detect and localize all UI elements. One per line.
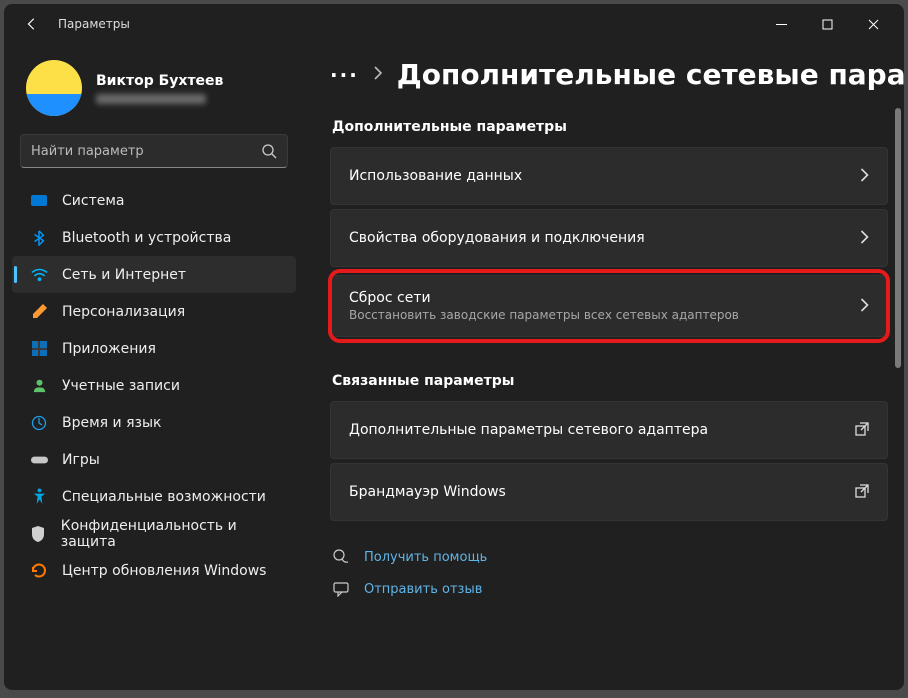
sidebar-item-accessibility[interactable]: Специальные возможности [12, 478, 296, 515]
sidebar: Виктор Бухтеев Система [4, 44, 304, 690]
card-title: Использование данных [349, 168, 848, 184]
sidebar-item-label: Приложения [62, 341, 156, 357]
chevron-right-icon [860, 229, 869, 248]
close-button[interactable] [850, 6, 896, 42]
sidebar-item-label: Игры [62, 452, 100, 468]
profile-name: Виктор Бухтеев [96, 72, 223, 90]
breadcrumb: ··· Дополнительные сетевые параметр [330, 58, 888, 91]
chevron-right-icon [860, 167, 869, 186]
gamepad-icon [30, 451, 48, 469]
feedback-icon [332, 581, 350, 597]
scrollbar[interactable] [895, 108, 901, 682]
card-title: Брандмауэр Windows [349, 484, 843, 500]
window-title: Параметры [58, 17, 130, 31]
content-pane: ··· Дополнительные сетевые параметр Допо… [304, 44, 904, 690]
sidebar-item-label: Bluetooth и устройства [62, 230, 231, 246]
search-input[interactable] [31, 144, 261, 159]
card-hardware-properties[interactable]: Свойства оборудования и подключения [330, 209, 888, 267]
card-adapter-options[interactable]: Дополнительные параметры сетевого адапте… [330, 401, 888, 459]
sidebar-item-label: Центр обновления Windows [62, 563, 266, 579]
titlebar: Параметры [4, 4, 904, 44]
external-link-icon [855, 421, 869, 440]
back-button[interactable] [16, 8, 48, 40]
section-header-related: Связанные параметры [332, 373, 888, 389]
card-title: Сброс сети [349, 290, 848, 306]
sidebar-item-label: Учетные записи [62, 378, 180, 394]
chevron-right-icon [373, 65, 383, 84]
search-icon [261, 143, 277, 159]
person-icon [30, 377, 48, 395]
update-icon [30, 562, 48, 580]
help-icon [332, 549, 350, 565]
card-title: Дополнительные параметры сетевого адапте… [349, 422, 843, 438]
minimize-button[interactable] [758, 6, 804, 42]
brush-icon [30, 303, 48, 321]
profile-block[interactable]: Виктор Бухтеев [12, 50, 296, 134]
profile-email-redacted [96, 94, 206, 104]
monitor-icon [30, 192, 48, 210]
section-header-advanced: Дополнительные параметры [332, 119, 888, 135]
nav-list: Система Bluetooth и устройства Сеть и Ин… [12, 182, 296, 589]
link-label: Получить помощь [364, 550, 487, 565]
card-title: Свойства оборудования и подключения [349, 230, 848, 246]
card-firewall[interactable]: Брандмауэр Windows [330, 463, 888, 521]
sidebar-item-label: Система [62, 193, 124, 209]
highlighted-frame: Сброс сети Восстановить заводские параме… [330, 271, 888, 341]
arrow-left-icon [25, 17, 39, 31]
link-send-feedback[interactable]: Отправить отзыв [332, 581, 888, 597]
accessibility-icon [30, 488, 48, 506]
globe-clock-icon [30, 414, 48, 432]
close-icon [868, 19, 879, 30]
minimize-icon [776, 19, 787, 30]
sidebar-item-gaming[interactable]: Игры [12, 441, 296, 478]
maximize-icon [822, 19, 833, 30]
page-title: Дополнительные сетевые параметр [397, 58, 904, 91]
sidebar-item-network[interactable]: Сеть и Интернет [12, 256, 296, 293]
sidebar-item-system[interactable]: Система [12, 182, 296, 219]
sidebar-item-label: Персонализация [62, 304, 185, 320]
breadcrumb-overflow[interactable]: ··· [330, 63, 359, 87]
scrollbar-thumb[interactable] [895, 108, 901, 368]
maximize-button[interactable] [804, 6, 850, 42]
apps-icon [30, 340, 48, 358]
sidebar-item-label: Сеть и Интернет [62, 267, 186, 283]
card-data-usage[interactable]: Использование данных [330, 147, 888, 205]
link-label: Отправить отзыв [364, 582, 482, 597]
card-subtitle: Восстановить заводские параметры всех се… [349, 308, 848, 322]
external-link-icon [855, 483, 869, 502]
search-box[interactable] [20, 134, 288, 168]
sidebar-item-privacy[interactable]: Конфиденциальность и защита [12, 515, 296, 552]
card-network-reset[interactable]: Сброс сети Восстановить заводские параме… [330, 275, 888, 337]
sidebar-item-label: Специальные возможности [62, 489, 266, 505]
sidebar-item-apps[interactable]: Приложения [12, 330, 296, 367]
sidebar-item-label: Конфиденциальность и защита [61, 518, 280, 550]
sidebar-item-time-language[interactable]: Время и язык [12, 404, 296, 441]
shield-icon [30, 525, 47, 543]
chevron-right-icon [860, 297, 869, 316]
sidebar-item-personalization[interactable]: Персонализация [12, 293, 296, 330]
link-get-help[interactable]: Получить помощь [332, 549, 888, 565]
sidebar-item-label: Время и язык [62, 415, 161, 431]
sidebar-item-bluetooth[interactable]: Bluetooth и устройства [12, 219, 296, 256]
wifi-icon [30, 266, 48, 284]
sidebar-item-windows-update[interactable]: Центр обновления Windows [12, 552, 296, 589]
bluetooth-icon [30, 229, 48, 247]
avatar [26, 60, 82, 116]
sidebar-item-accounts[interactable]: Учетные записи [12, 367, 296, 404]
